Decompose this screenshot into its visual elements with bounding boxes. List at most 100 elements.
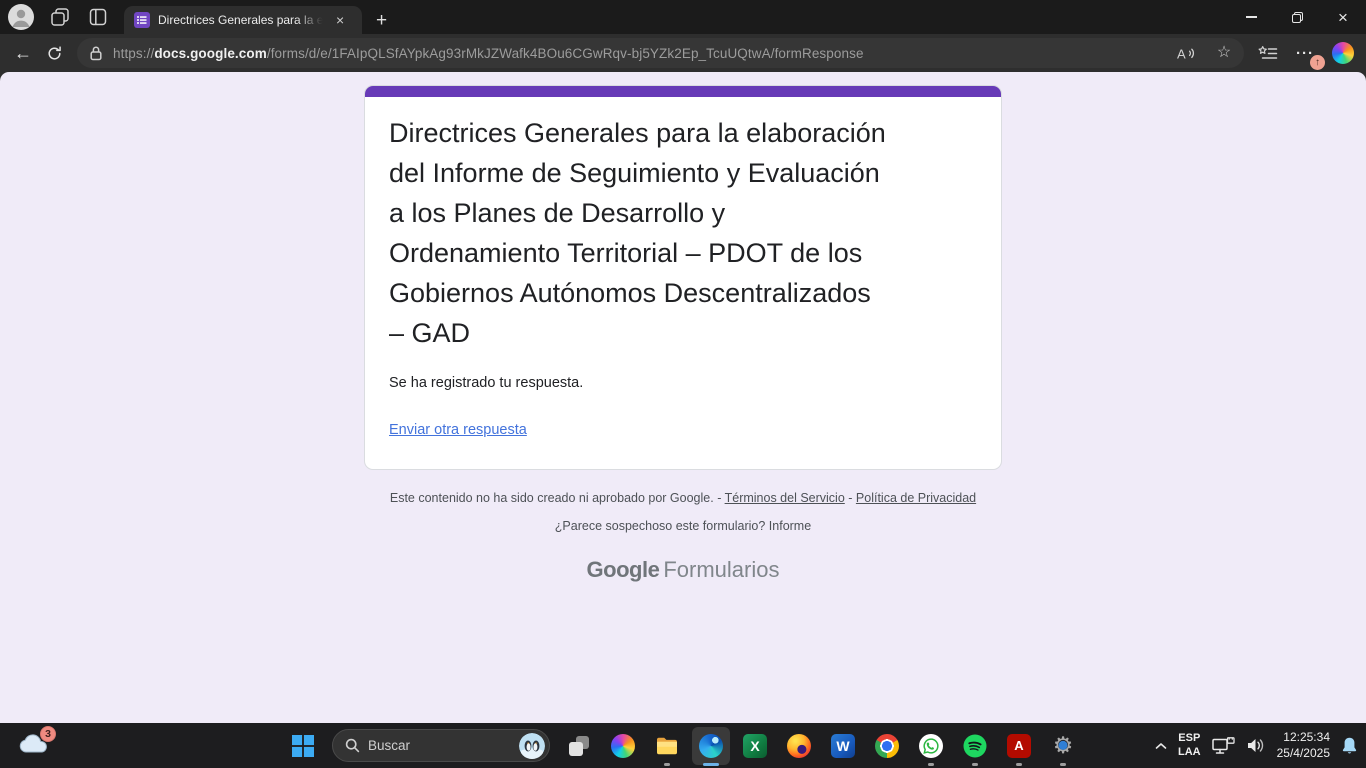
settings-gear-icon: ⚙ <box>1051 734 1075 758</box>
copilot-icon[interactable] <box>1332 42 1354 64</box>
file-explorer-icon <box>655 734 679 758</box>
refresh-button[interactable] <box>46 45 63 62</box>
network-button[interactable] <box>1212 737 1235 755</box>
taskbar-whatsapp[interactable] <box>912 727 950 765</box>
google-forms-page: Directrices Generales para la elaboració… <box>0 72 1366 723</box>
keyboard-layout: LAA <box>1178 746 1201 760</box>
widgets-button[interactable]: 3 <box>10 725 56 766</box>
minimize-button[interactable] <box>1228 0 1274 34</box>
task-view-button[interactable] <box>560 727 598 765</box>
submit-another-response-link[interactable]: Enviar otra respuesta <box>389 422 527 438</box>
report-question-text: ¿Parece sospechoso este formulario? <box>555 519 769 533</box>
read-aloud-button[interactable]: A <box>1172 40 1200 66</box>
copilot-app-icon <box>611 734 635 758</box>
system-tray: ESP LAA 12:25:34 25/4 <box>1155 723 1358 768</box>
chevron-up-icon <box>1155 742 1167 750</box>
separator: - <box>714 491 725 505</box>
url-path: /forms/d/e/1FAIpQLSfAYpkAg93rMkJZWafk4BO… <box>267 46 864 61</box>
report-link[interactable]: Informe <box>769 519 811 533</box>
report-abuse-line: ¿Parece sospechoso este formulario? Info… <box>0 519 1366 533</box>
hidden-icons-button[interactable] <box>1155 742 1167 750</box>
active-indicator <box>703 763 719 766</box>
task-view-icon <box>568 735 590 757</box>
time: 12:25:34 <box>1277 730 1330 746</box>
url-text[interactable]: https://docs.google.com/forms/d/e/1FAIpQ… <box>113 46 1162 61</box>
workspaces-button[interactable] <box>48 5 72 29</box>
person-icon <box>8 4 34 30</box>
taskbar-chrome[interactable] <box>868 727 906 765</box>
edge-icon <box>699 734 723 758</box>
settings-more-button[interactable]: ··· ↑ <box>1292 40 1318 66</box>
running-indicator <box>1060 763 1066 766</box>
profile-avatar[interactable] <box>8 4 34 30</box>
favorites-button[interactable] <box>1258 45 1278 62</box>
browser-titlebar: Directrices Generales para la elab × + × <box>0 0 1366 34</box>
taskbar-settings[interactable]: ⚙ <box>1044 727 1082 765</box>
volume-button[interactable] <box>1246 737 1266 754</box>
language-indicator[interactable]: ESP LAA <box>1178 732 1201 760</box>
update-available-badge: ↑ <box>1310 55 1325 70</box>
close-icon: × <box>1338 9 1348 26</box>
form-accent-bar <box>365 86 1001 97</box>
back-button[interactable]: ← <box>14 44 32 62</box>
search-icon <box>345 738 360 753</box>
taskbar-spotify[interactable] <box>956 727 994 765</box>
taskbar-edge-active[interactable] <box>692 727 730 765</box>
form-footer-disclaimer: Este contenido no ha sido creado ni apro… <box>0 491 1366 506</box>
forms-wordmark: Formularios <box>663 557 779 582</box>
tab-close-icon[interactable]: × <box>334 13 346 27</box>
restore-button[interactable] <box>1274 0 1320 34</box>
confirmation-message: Se ha registrado tu respuesta. <box>389 375 977 391</box>
form-title-line: – GAD <box>389 313 977 353</box>
tab-actions-icon <box>89 8 107 26</box>
workspaces-icon <box>50 7 70 27</box>
search-highlight-image[interactable] <box>519 733 545 759</box>
running-indicator <box>664 763 670 766</box>
word-icon: W <box>831 734 855 758</box>
clock[interactable]: 12:25:34 25/4/2025 <box>1277 730 1330 761</box>
site-info-button[interactable] <box>89 45 103 61</box>
spotify-icon <box>963 734 987 758</box>
privacy-policy-link[interactable]: Política de Privacidad <box>856 491 976 505</box>
form-title: Directrices Generales para la elaboració… <box>389 113 977 353</box>
svg-text:A: A <box>1177 46 1186 61</box>
terms-of-service-link[interactable]: Términos del Servicio <box>725 491 845 505</box>
add-favorite-button[interactable]: ☆ <box>1210 40 1238 66</box>
form-title-line: del Informe de Seguimiento y Evaluación <box>389 153 977 193</box>
form-title-line: a los Planes de Desarrollo y <box>389 193 977 233</box>
restore-icon <box>1292 12 1303 23</box>
lock-icon <box>89 45 103 61</box>
running-indicator <box>972 763 978 766</box>
new-tab-button[interactable]: + <box>376 11 387 30</box>
tab-actions-button[interactable] <box>86 5 110 29</box>
speaker-icon <box>1246 737 1266 754</box>
widgets-notification-badge: 3 <box>40 726 56 742</box>
form-title-line: Directrices Generales para la elaboració… <box>389 113 977 153</box>
start-button[interactable] <box>284 727 322 765</box>
running-indicator <box>928 763 934 766</box>
browser-tab[interactable]: Directrices Generales para la elab × <box>124 6 362 34</box>
notification-bell-icon <box>1341 736 1358 755</box>
taskbar-acrobat[interactable]: A <box>1000 727 1038 765</box>
ethernet-network-icon <box>1212 737 1235 755</box>
notifications-button[interactable] <box>1341 736 1358 755</box>
search-box[interactable]: Buscar <box>332 729 550 762</box>
taskbar-file-explorer[interactable] <box>648 727 686 765</box>
chrome-icon <box>875 734 899 758</box>
url-domain: docs.google.com <box>154 46 267 61</box>
google-wordmark: Google <box>587 557 660 582</box>
url-scheme: https:// <box>113 46 154 61</box>
taskbar-word[interactable]: W <box>824 727 862 765</box>
browser-toolbar: ← https://docs.google.com/forms/d/e/1FAI… <box>0 34 1366 72</box>
taskbar-firefox[interactable] <box>780 727 818 765</box>
windows-start-icon <box>292 735 314 757</box>
windows-taskbar: 3 Buscar <box>0 723 1366 768</box>
taskbar-copilot[interactable] <box>604 727 642 765</box>
form-title-line: Ordenamiento Territorial – PDOT de los <box>389 233 977 273</box>
close-window-button[interactable]: × <box>1320 0 1366 34</box>
separator: - <box>845 491 856 505</box>
desktop-screen: Directrices Generales para la elab × + ×… <box>0 0 1366 768</box>
taskbar-excel[interactable]: X <box>736 727 774 765</box>
google-forms-logo: GoogleFormularios <box>0 557 1366 583</box>
address-bar[interactable]: https://docs.google.com/forms/d/e/1FAIpQ… <box>77 38 1244 68</box>
